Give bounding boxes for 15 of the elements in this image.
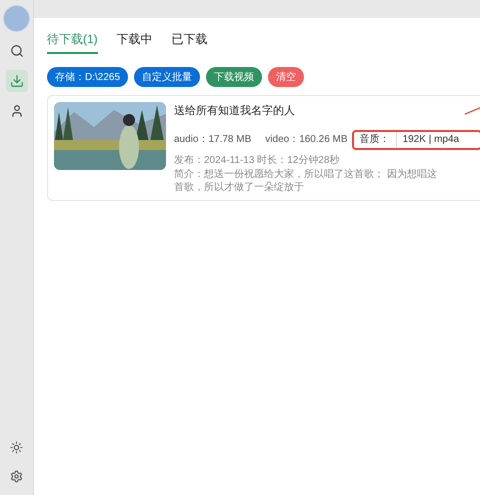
quality-value: 192K | mp4a [402,133,460,147]
publish-info: 发布：2024-11-13 时长：12分钟28秒 [174,154,340,168]
audio-size: audio：17.78 MB [174,133,252,147]
action-button[interactable]: 自定义批量 [134,67,200,87]
video-size: video：160.26 MB [265,133,348,147]
tab[interactable]: 待下载(1) [47,30,98,54]
action-button[interactable]: 存储：D:\2265 [47,67,128,87]
quality-select[interactable]: 音质： 192K | mp4a [352,130,480,150]
tab[interactable]: 已下载 [172,30,208,54]
tab[interactable]: 下载中 [116,30,153,54]
description: 简介：想送一份祝愿给大家，所以唱了这首歌； 因为想唱这首歌，所以才做了一朵绽放于 [174,168,438,194]
action-button[interactable]: 下载视频 [206,67,262,87]
quality-label: 音质： [360,132,397,147]
video-title: 送给所有知道我名字的人 [174,104,295,119]
action-button[interactable]: 清空 [268,67,304,87]
